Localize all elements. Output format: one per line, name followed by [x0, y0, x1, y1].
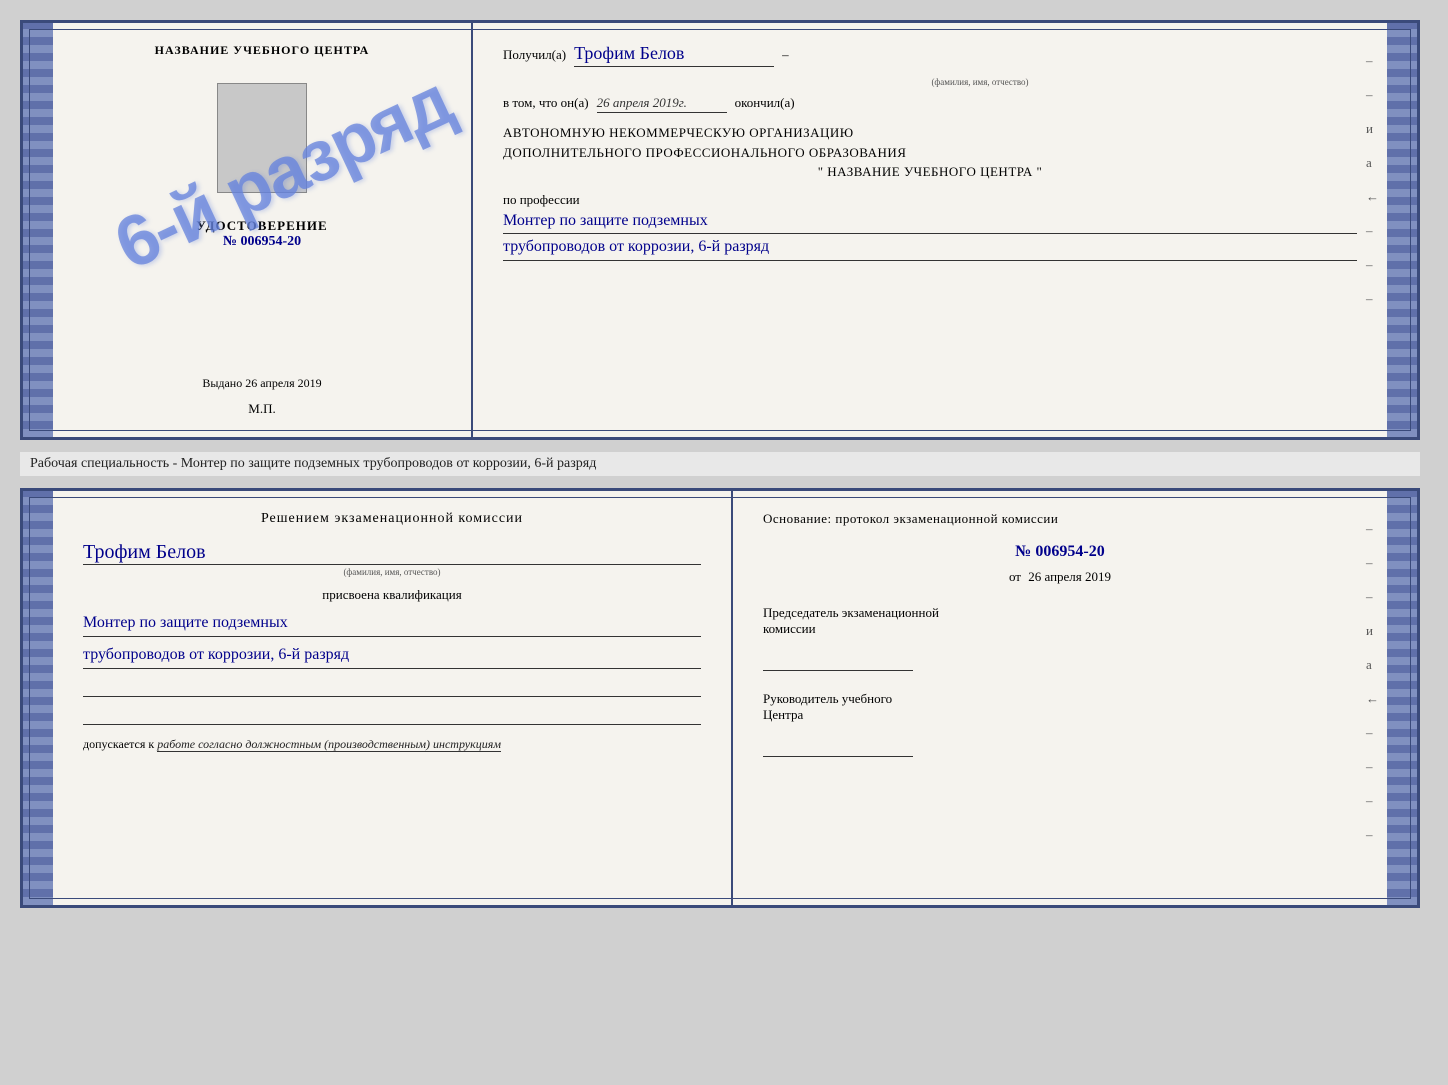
- org-line1: АВТОНОМНУЮ НЕКОММЕРЧЕСКУЮ ОРГАНИЗАЦИЮ: [503, 123, 1357, 143]
- po-professii-label: по профессии: [503, 192, 1357, 208]
- protocol-number: № 006954-20: [763, 543, 1357, 561]
- rukovoditel-line2: Центра: [763, 707, 1357, 723]
- vidan-block: Выдано 26 апреля 2019: [202, 356, 321, 391]
- org-line2: ДОПОЛНИТЕЛЬНОГО ПРОФЕССИОНАЛЬНОГО ОБРАЗО…: [503, 143, 1357, 163]
- right-binding-strip-bottom: [1387, 491, 1417, 905]
- bdash-1: –: [1366, 521, 1379, 537]
- bottom-recipient-name: Трофим Белов: [83, 541, 701, 565]
- cert-top-inner: НАЗВАНИЕ УЧЕБНОГО ЦЕНТРА УДОСТОВЕРЕНИЕ №…: [53, 23, 1387, 437]
- ot-line: от 26 апреля 2019: [763, 569, 1357, 585]
- predsedatel-line1: Председатель экзаменационной: [763, 605, 1357, 621]
- osnovanie-title: Основание: протокол экзаменационной коми…: [763, 511, 1357, 527]
- left-binding-strip-bottom: [23, 491, 53, 905]
- profession-line1: Монтер по защите подземных: [503, 208, 1357, 235]
- ot-date: 26 апреля 2019: [1028, 569, 1111, 584]
- mp-label: М.П.: [248, 401, 275, 417]
- fio-hint-top: (фамилия, имя, отчество): [603, 77, 1357, 87]
- cert-top-title: НАЗВАНИЕ УЧЕБНОГО ЦЕНТРА: [155, 43, 370, 58]
- org-quote2: ": [1036, 164, 1042, 179]
- qualification-line2: трубопроводов от коррозии, 6-й разряд: [83, 641, 701, 669]
- profession-block: по профессии Монтер по защите подземных …: [503, 192, 1357, 261]
- between-label: Рабочая специальность - Монтер по защите…: [20, 452, 1420, 476]
- bdash-2: –: [1366, 555, 1379, 571]
- right-dashes-bottom: – – – и а ← – – – –: [1366, 521, 1379, 843]
- bdash-4: и: [1366, 623, 1379, 639]
- udostoverenie-block: УДОСТОВЕРЕНИЕ № 006954-20: [196, 218, 327, 250]
- qualification-line1: Монтер по защите подземных: [83, 609, 701, 637]
- right-side-dashes: – – и а ← – – –: [1366, 53, 1379, 307]
- cert-bottom-inner: Решением экзаменационной комиссии Трофим…: [53, 491, 1387, 905]
- predsedatel-line2: комиссии: [763, 621, 1357, 637]
- cert-bottom-right-panel: Основание: протокол экзаменационной коми…: [733, 491, 1387, 905]
- dash-8: –: [1366, 291, 1379, 307]
- bdash-3: –: [1366, 589, 1379, 605]
- vidan-label: Выдано: [202, 376, 242, 390]
- cert-top-left-panel: НАЗВАНИЕ УЧЕБНОГО ЦЕНТРА УДОСТОВЕРЕНИЕ №…: [53, 23, 473, 437]
- bdash-5: а: [1366, 657, 1379, 673]
- ot-label: от: [1009, 569, 1021, 584]
- vidan-date: 26 апреля 2019: [245, 376, 321, 390]
- blank-line-1: [83, 677, 701, 697]
- dash-after-name: –: [782, 47, 789, 63]
- bdash-8: –: [1366, 759, 1379, 775]
- bdash-10: –: [1366, 827, 1379, 843]
- org-name-line: " НАЗВАНИЕ УЧЕБНОГО ЦЕНТРА ": [503, 162, 1357, 182]
- dash-7: –: [1366, 257, 1379, 273]
- udostoverenie-title: УДОСТОВЕРЕНИЕ: [196, 218, 327, 234]
- left-binding-strip: [23, 23, 53, 437]
- rukovoditel-line1: Руководитель учебного: [763, 691, 1357, 707]
- dopuskaetsya-label: допускается к: [83, 737, 154, 751]
- completion-date: 26 апреля 2019г.: [597, 95, 727, 113]
- dopuskaetsya-text: работе согласно должностным (производств…: [157, 737, 501, 752]
- profession-line2: трубопроводов от коррозии, 6-й разряд: [503, 234, 1357, 261]
- poluchil-line: Получил(а) Трофим Белов –: [503, 43, 1357, 67]
- recipient-name: Трофим Белов: [574, 43, 774, 67]
- right-binding-strip-top: [1387, 23, 1417, 437]
- dash-2: –: [1366, 87, 1379, 103]
- org-block: АВТОНОМНУЮ НЕКОММЕРЧЕСКУЮ ОРГАНИЗАЦИЮ ДО…: [503, 123, 1357, 182]
- photo-placeholder: [217, 83, 307, 193]
- resheniem-title: Решением экзаменационной комиссии: [83, 511, 701, 527]
- dash-1: –: [1366, 53, 1379, 69]
- rukovoditel-sign-line: [763, 729, 913, 757]
- dash-4: а: [1366, 155, 1379, 171]
- top-certificate: НАЗВАНИЕ УЧЕБНОГО ЦЕНТРА УДОСТОВЕРЕНИЕ №…: [20, 20, 1420, 440]
- poluchil-label: Получил(а): [503, 47, 566, 63]
- cert-bottom-left-panel: Решением экзаменационной комиссии Трофим…: [53, 491, 733, 905]
- vtom-line: в том, что он(а) 26 апреля 2019г. окончи…: [503, 95, 1357, 113]
- page-wrapper: НАЗВАНИЕ УЧЕБНОГО ЦЕНТРА УДОСТОВЕРЕНИЕ №…: [20, 20, 1428, 908]
- bottom-fio-hint: (фамилия, имя, отчество): [83, 567, 701, 577]
- org-quote1: ": [818, 164, 824, 179]
- bdash-7: –: [1366, 725, 1379, 741]
- vtom-label: в том, что он(а): [503, 95, 589, 111]
- predsedatel-sign-line: [763, 643, 913, 671]
- dash-3: и: [1366, 121, 1379, 137]
- bdash-9: –: [1366, 793, 1379, 809]
- dash-6: –: [1366, 223, 1379, 239]
- bdash-6: ←: [1366, 691, 1379, 707]
- prisvoyena-label: присвоена квалификация: [83, 587, 701, 603]
- bottom-certificate: Решением экзаменационной комиссии Трофим…: [20, 488, 1420, 908]
- okonchill-label: окончил(а): [735, 95, 795, 111]
- org-name: НАЗВАНИЕ УЧЕБНОГО ЦЕНТРА: [827, 164, 1032, 179]
- dash-5: ←: [1366, 189, 1379, 205]
- cert-top-right-panel: Получил(а) Трофим Белов – (фамилия, имя,…: [473, 23, 1387, 437]
- udostoverenie-number: № 006954-20: [196, 234, 327, 250]
- blank-line-2: [83, 705, 701, 725]
- rukovoditel-block: Руководитель учебного Центра: [763, 691, 1357, 757]
- predsedatel-block: Председатель экзаменационной комиссии: [763, 605, 1357, 671]
- dopuskaetsya-line: допускается к работе согласно должностны…: [83, 737, 701, 752]
